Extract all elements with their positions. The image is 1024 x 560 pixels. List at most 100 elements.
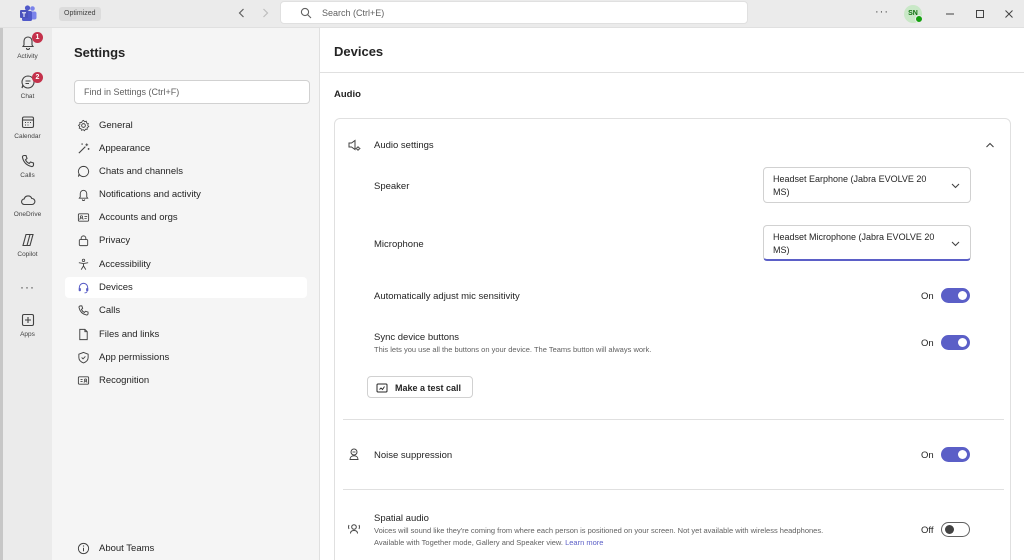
rail-label-calls: Calls (20, 172, 35, 179)
about-teams-link[interactable]: About Teams (65, 538, 307, 558)
speaker-label: Speaker (374, 181, 410, 192)
sync-buttons-description: This lets you use all the buttons on you… (374, 345, 652, 354)
settings-nav: Settings General Appearance Chats and ch… (52, 28, 320, 560)
nav-label-chats-and-channels: Chats and channels (99, 166, 183, 177)
nav-label-general: General (99, 120, 133, 131)
auto-adjust-toggle[interactable] (941, 288, 970, 303)
nav-item-accessibility[interactable]: Accessibility (65, 254, 307, 275)
rail-item-chat[interactable]: 2 Chat (3, 72, 52, 110)
settings-search-input[interactable] (74, 80, 310, 104)
presence-available-icon (915, 15, 923, 23)
noise-suppression-state: On (921, 450, 934, 461)
back-arrow-icon[interactable] (235, 6, 249, 20)
app-rail: 1 Activity 2 Chat Calendar Calls OneDriv… (3, 28, 52, 560)
spatial-audio-label: Spatial audio (374, 513, 429, 524)
toggle-knob (945, 525, 954, 534)
nav-item-files-and-links[interactable]: Files and links (65, 324, 307, 345)
nav-label-appearance: Appearance (99, 143, 151, 154)
rail-more-apps-button[interactable]: ··· (3, 280, 52, 294)
cloud-icon (20, 195, 35, 206)
microphone-dropdown[interactable]: Headset Microphone (Jabra EVOLVE 20 MS) (763, 225, 971, 261)
wand-icon (78, 143, 90, 154)
activity-badge: 1 (32, 32, 43, 43)
rail-item-copilot[interactable]: Copilot (3, 232, 52, 268)
rail-item-activity[interactable]: 1 Activity (3, 32, 52, 70)
test-call-label: Make a test call (395, 383, 462, 393)
rail-label-apps: Apps (20, 331, 35, 338)
sync-buttons-toggle[interactable] (941, 335, 970, 350)
more-options-button[interactable]: ··· (875, 6, 889, 18)
nav-item-recognition[interactable]: Recognition (65, 370, 307, 391)
learn-more-link[interactable]: Learn more (565, 538, 603, 547)
page-title: Devices (334, 44, 384, 59)
nav-label-recognition: Recognition (99, 375, 150, 386)
chat-badge: 2 (32, 72, 43, 83)
close-icon[interactable] (1002, 7, 1016, 21)
chevron-down-icon (951, 241, 960, 247)
rail-item-apps[interactable]: Apps (3, 312, 52, 348)
rail-label-calendar: Calendar (14, 133, 41, 140)
gear-icon (77, 119, 90, 132)
card-divider (343, 419, 1004, 420)
nav-label-notifications: Notifications and activity (99, 189, 201, 200)
search-icon (300, 7, 312, 19)
shield-icon (78, 351, 89, 364)
noise-suppression-label: Noise suppression (374, 450, 453, 461)
noise-suppression-toggle[interactable] (941, 447, 970, 462)
rail-label-chat: Chat (20, 93, 35, 100)
microphone-label: Microphone (374, 239, 424, 250)
maximize-icon[interactable] (973, 7, 987, 21)
toggle-knob (958, 450, 967, 459)
nav-item-chats-and-channels[interactable]: Chats and channels (65, 161, 307, 182)
info-icon (77, 542, 90, 555)
spatial-audio-state: Off (921, 525, 934, 536)
sync-buttons-state: On (921, 338, 934, 349)
document-icon (79, 328, 88, 341)
chevron-down-icon (951, 183, 960, 189)
sync-buttons-label: Sync device buttons (374, 332, 460, 343)
speaker-value: Headset Earphone (Jabra EVOLVE 20 MS) (773, 174, 927, 197)
auto-adjust-label: Automatically adjust mic sensitivity (374, 291, 520, 302)
about-teams-label: About Teams (99, 543, 155, 554)
title-bar: Optimized Search (Ctrl+E) ··· SN (0, 0, 1024, 28)
rail-item-calendar[interactable]: Calendar (3, 114, 52, 150)
forward-arrow-icon[interactable] (258, 6, 272, 20)
nav-label-accounts: Accounts and orgs (99, 212, 178, 223)
bell-icon (78, 189, 89, 201)
nav-item-notifications[interactable]: Notifications and activity (65, 184, 307, 205)
nav-item-accounts[interactable]: Accounts and orgs (65, 207, 307, 228)
noise-suppression-icon (349, 448, 359, 460)
nav-item-app-permissions[interactable]: App permissions (65, 347, 307, 368)
rail-label-activity: Activity (17, 53, 38, 60)
chevron-up-icon[interactable] (984, 139, 996, 151)
toggle-knob (958, 291, 967, 300)
minimize-icon[interactable] (943, 7, 957, 21)
spatial-audio-description: Voices will sound like they're coming fr… (374, 525, 904, 549)
spatial-audio-toggle[interactable] (941, 522, 970, 537)
nav-item-appearance[interactable]: Appearance (65, 138, 307, 159)
lock-icon (78, 235, 89, 247)
add-app-icon (21, 313, 34, 327)
test-call-icon (376, 383, 388, 393)
id-card-icon (77, 213, 90, 222)
card-divider (343, 489, 1004, 490)
rail-item-onedrive[interactable]: OneDrive (3, 192, 52, 228)
rail-item-calls[interactable]: Calls (3, 153, 52, 189)
headset-icon (78, 282, 89, 294)
rail-label-onedrive: OneDrive (13, 211, 42, 218)
spatial-audio-icon (348, 524, 360, 534)
audio-card: Audio settings Speaker Headset Earphone … (334, 118, 1011, 560)
nav-item-privacy[interactable]: Privacy (65, 230, 307, 251)
global-search-placeholder: Search (Ctrl+E) (322, 8, 385, 18)
nav-item-general[interactable]: General (65, 115, 307, 136)
global-search-box[interactable]: Search (Ctrl+E) (280, 1, 748, 24)
phone-icon (21, 154, 34, 168)
nav-item-calls[interactable]: Calls (65, 300, 307, 321)
test-call-button[interactable]: Make a test call (367, 376, 473, 398)
devices-page: Devices Audio Audio settings Speaker Hea… (320, 28, 1024, 560)
nav-item-devices[interactable]: Devices (65, 277, 307, 298)
spatial-audio-desc-line1: Voices will sound like they're coming fr… (374, 526, 824, 535)
speaker-dropdown[interactable]: Headset Earphone (Jabra EVOLVE 20 MS) (763, 167, 971, 203)
speaker-settings-icon (348, 139, 361, 151)
accessibility-icon (78, 258, 89, 270)
